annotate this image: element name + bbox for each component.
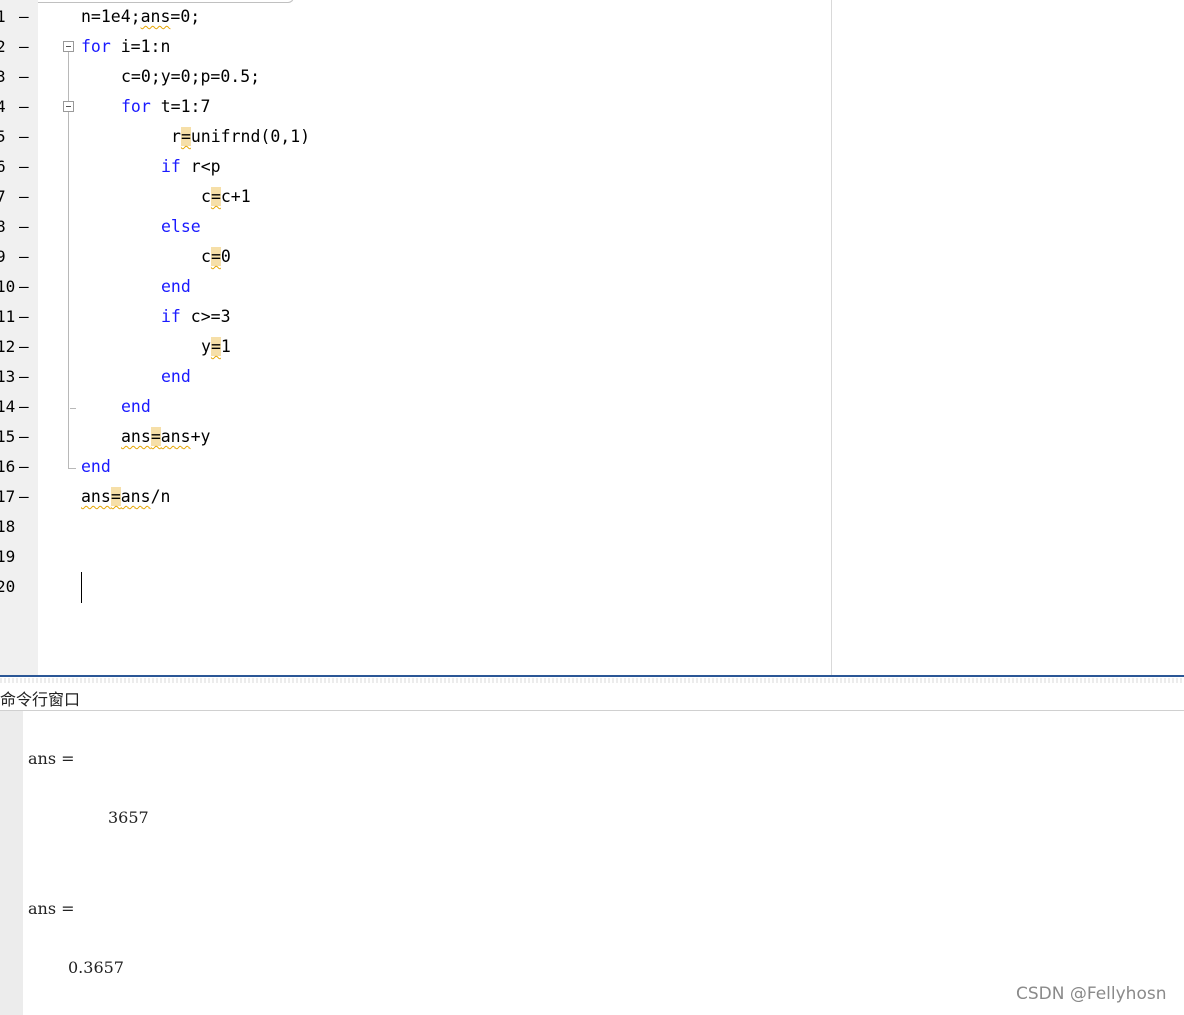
fold-guide — [68, 52, 69, 468]
line-number: 17— — [0, 487, 29, 506]
output-value: 3657 — [108, 808, 149, 827]
line-number: 9— — [0, 247, 29, 266]
line-number: 15— — [0, 427, 29, 446]
line-number: 8— — [0, 217, 29, 236]
line-number: 20 — [0, 577, 16, 596]
code-line: else — [161, 217, 201, 236]
output-label: ans = — [28, 899, 75, 918]
line-number: 6— — [0, 157, 29, 176]
code-line: y=1 — [201, 337, 231, 356]
line-number: 10— — [0, 277, 29, 296]
code-line: for t=1:7 — [121, 97, 211, 116]
text-caret — [81, 572, 82, 603]
pane-splitter[interactable] — [0, 675, 1184, 677]
drag-grip[interactable] — [0, 678, 1184, 683]
command-window-header[interactable]: 命令行窗口 — [0, 678, 1184, 711]
fold-guide — [70, 408, 76, 409]
right-margin-line — [831, 0, 832, 675]
output-value: 0.3657 — [68, 958, 124, 977]
output-label: ans = — [28, 749, 75, 768]
line-number: 18 — [0, 517, 16, 536]
code-line: end — [121, 397, 151, 416]
line-number: 2— — [0, 37, 29, 56]
code-line: ans=ans/n — [81, 487, 171, 506]
line-number: 14— — [0, 397, 29, 416]
line-number: 16— — [0, 457, 29, 476]
code-line: r=unifrnd(0,1) — [171, 127, 311, 146]
fold-collapse-icon[interactable] — [63, 41, 74, 52]
code-line: for i=1:n — [81, 37, 171, 56]
code-line: if r<p — [161, 157, 221, 176]
code-editor[interactable]: 1— 2— 3— 4— 5— 6— 7— 8— 9— 10— 11— 12— 1… — [0, 0, 1184, 675]
watermark: CSDN @Fellyhosn — [1016, 984, 1167, 1004]
command-window-gutter — [0, 711, 23, 1015]
code-line: n=1e4;ans=0; — [81, 7, 201, 26]
line-number: 1— — [0, 7, 29, 26]
code-line: if c>=3 — [161, 307, 231, 326]
code-line: end — [81, 457, 111, 476]
line-number: 4— — [0, 97, 29, 116]
line-number: 5— — [0, 127, 29, 146]
command-window[interactable]: ans = 3657 ans = 0.3657 — [0, 711, 1184, 1015]
line-number: 13— — [0, 367, 29, 386]
code-line: c=0;y=0;p=0.5; — [121, 67, 261, 86]
code-line: ans=ans+y — [121, 427, 211, 446]
fold-collapse-icon[interactable] — [63, 101, 74, 112]
line-number: 3— — [0, 67, 29, 86]
code-line: end — [161, 367, 191, 386]
line-number: 12— — [0, 337, 29, 356]
line-number: 7— — [0, 187, 29, 206]
line-number: 19 — [0, 547, 16, 566]
code-line: c=0 — [201, 247, 231, 266]
line-number: 11— — [0, 307, 29, 326]
code-line: end — [161, 277, 191, 296]
code-line: c=c+1 — [201, 187, 251, 206]
command-window-title: 命令行窗口 — [0, 690, 81, 709]
fold-guide — [68, 468, 76, 469]
